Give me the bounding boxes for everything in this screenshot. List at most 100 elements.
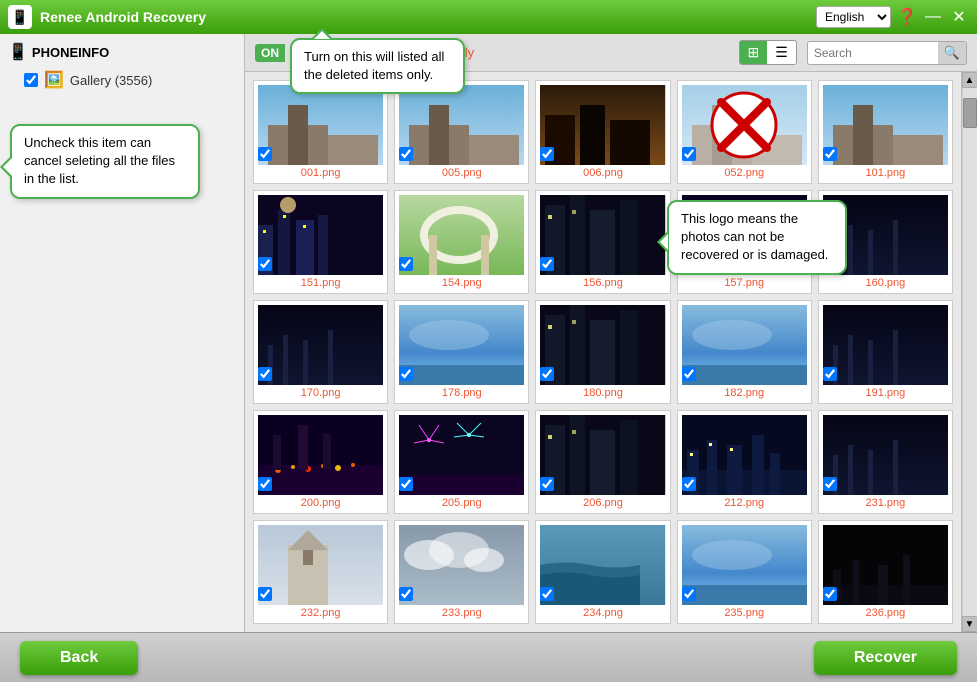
item-filename: 233.png (399, 607, 524, 619)
item-checkbox[interactable] (399, 257, 413, 271)
item-filename: 212.png (682, 497, 807, 509)
item-checkbox[interactable] (682, 587, 696, 601)
item-checkbox[interactable] (682, 367, 696, 381)
grid-view-button[interactable]: ⊞ (740, 41, 768, 64)
gallery-thumbnail (399, 305, 524, 385)
item-checkbox[interactable] (540, 257, 554, 271)
sidebar-item-phone[interactable]: 📱 PHONEINFO (0, 38, 244, 66)
item-filename: 182.png (682, 387, 807, 399)
item-checkbox[interactable] (540, 477, 554, 491)
gallery-item[interactable]: 005.png (394, 80, 529, 184)
item-filename: 206.png (540, 497, 665, 509)
gallery-item[interactable]: 101.png (818, 80, 953, 184)
item-checkbox[interactable] (823, 477, 837, 491)
gallery-item[interactable]: 212.png (677, 410, 812, 514)
bottombar: Back Recover (0, 632, 977, 682)
item-filename: 191.png (823, 387, 948, 399)
minimize-button[interactable]: — (923, 7, 943, 27)
gallery-thumbnail (823, 85, 948, 165)
toggle-on-label: ON (255, 44, 285, 62)
gallery-item[interactable]: 236.png (818, 520, 953, 624)
list-view-button[interactable]: ☰ (767, 41, 796, 64)
toolbar: ON Display deleted files only Turn on th… (245, 34, 977, 72)
damaged-balloon: This logo means the photos can not be re… (667, 200, 847, 275)
item-checkbox[interactable] (399, 477, 413, 491)
item-checkbox[interactable] (399, 587, 413, 601)
gallery-item[interactable]: 156.png (535, 190, 670, 294)
language-select[interactable]: English Chinese French German (816, 6, 891, 28)
gallery-item[interactable]: 206.png (535, 410, 670, 514)
gallery-item[interactable]: 233.png (394, 520, 529, 624)
item-checkbox[interactable] (682, 477, 696, 491)
item-checkbox[interactable] (399, 367, 413, 381)
gallery-thumbnail (399, 195, 524, 275)
item-checkbox[interactable] (258, 147, 272, 161)
gallery-icon: 🖼️ (44, 70, 64, 90)
item-checkbox[interactable] (540, 367, 554, 381)
search-input[interactable] (808, 43, 938, 63)
gallery-item[interactable]: 001.png (253, 80, 388, 184)
view-toggle: ⊞ ☰ (739, 40, 797, 65)
gallery-thumbnail (258, 85, 383, 165)
gallery-thumbnail (682, 415, 807, 495)
item-checkbox[interactable] (258, 477, 272, 491)
main-layout: 📱 PHONEINFO 🖼️ Gallery (3556) Uncheck th… (0, 34, 977, 632)
gallery-item[interactable]: 235.png (677, 520, 812, 624)
gallery-label: Gallery (3556) (70, 73, 152, 88)
gallery-item[interactable]: 232.png (253, 520, 388, 624)
item-checkbox[interactable] (823, 147, 837, 161)
item-checkbox[interactable] (682, 147, 696, 161)
gallery-item[interactable]: 200.png (253, 410, 388, 514)
item-checkbox[interactable] (823, 367, 837, 381)
item-checkbox[interactable] (823, 587, 837, 601)
gallery-item[interactable]: 170.png (253, 300, 388, 404)
gallery-thumbnail (823, 415, 948, 495)
item-checkbox[interactable] (258, 367, 272, 381)
item-checkbox[interactable] (258, 587, 272, 601)
gallery-item[interactable]: 178.png (394, 300, 529, 404)
item-filename: 200.png (258, 497, 383, 509)
item-checkbox[interactable] (540, 147, 554, 161)
item-filename: 178.png (399, 387, 524, 399)
scroll-up-button[interactable]: ▲ (962, 72, 977, 88)
sidebar-item-gallery[interactable]: 🖼️ Gallery (3556) (0, 66, 244, 94)
gallery-item[interactable]: 231.png (818, 410, 953, 514)
gallery-item[interactable]: 180.png (535, 300, 670, 404)
gallery-thumbnail (823, 525, 948, 605)
item-filename: 234.png (540, 607, 665, 619)
app-icon: 📱 (8, 5, 32, 29)
help-button[interactable]: ❓ (897, 7, 917, 27)
gallery-item[interactable]: 191.png (818, 300, 953, 404)
gallery-thumbnail (258, 415, 383, 495)
gallery-checkbox[interactable] (24, 73, 38, 87)
gallery-thumbnail (399, 415, 524, 495)
close-button[interactable]: ✕ (949, 7, 969, 27)
gallery-item[interactable]: 052.png (677, 80, 812, 184)
gallery-item[interactable]: 234.png (535, 520, 670, 624)
scroll-track (963, 88, 977, 616)
phone-icon: 📱 (8, 42, 28, 62)
gallery-thumbnail (682, 305, 807, 385)
item-checkbox[interactable] (540, 587, 554, 601)
gallery-thumbnail (540, 525, 665, 605)
content-area: ON Display deleted files only Turn on th… (245, 34, 977, 632)
item-checkbox[interactable] (258, 257, 272, 271)
gallery-thumbnail (682, 85, 807, 165)
back-button[interactable]: Back (20, 641, 138, 675)
item-filename: 232.png (258, 607, 383, 619)
gallery-item[interactable]: 205.png (394, 410, 529, 514)
item-filename: 151.png (258, 277, 383, 289)
search-button[interactable]: 🔍 (938, 42, 966, 64)
recover-button[interactable]: Recover (814, 641, 957, 675)
gallery-thumbnail (540, 305, 665, 385)
gallery-thumbnail (258, 305, 383, 385)
gallery-item[interactable]: 154.png (394, 190, 529, 294)
gallery-item[interactable]: 006.png (535, 80, 670, 184)
scroll-thumb[interactable] (963, 98, 977, 128)
item-filename: 154.png (399, 277, 524, 289)
search-box: 🔍 (807, 41, 967, 65)
gallery-item[interactable]: 182.png (677, 300, 812, 404)
scroll-down-button[interactable]: ▼ (962, 616, 977, 632)
item-checkbox[interactable] (399, 147, 413, 161)
gallery-item[interactable]: 151.png (253, 190, 388, 294)
